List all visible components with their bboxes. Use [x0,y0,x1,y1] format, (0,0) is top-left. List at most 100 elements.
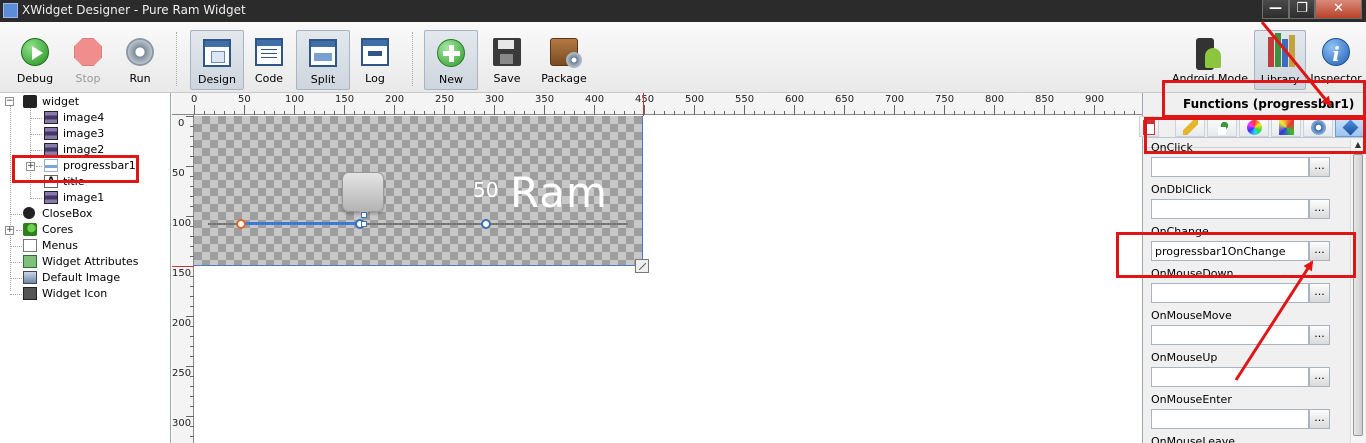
tree-guide-line [10,278,22,279]
ruler-minor-tick [1094,111,1095,115]
inspector-scrollbar[interactable]: ▲ [1350,140,1365,443]
ruler-minor-tick [954,111,955,115]
ruler-minor-tick [1104,111,1105,115]
ruler-minor-tick [994,111,995,115]
title-bar: XWidget Designer - Pure Ram Widget — ❐ ✕ [0,0,1366,22]
ruler-minor-tick [894,111,895,115]
ruler-label: 150 [172,268,192,279]
close-circle-icon [23,207,35,219]
ruler-minor-tick [234,111,235,115]
design-button[interactable]: Design [190,30,244,90]
onmouseup-field[interactable] [1151,367,1309,387]
minimize-button[interactable]: — [1262,0,1289,19]
save-button[interactable]: Save [484,30,530,90]
new-button[interactable]: New [424,30,478,90]
widget-canvas[interactable]: 50 Ram [172,93,649,273]
horizontal-ruler: 0 50 100 150 200 250 300 350 400 450 500 550 600 650 7… [172,93,1142,115]
ruler-minor-tick [694,111,695,115]
ruler-minor-tick [924,111,925,115]
image-icon [44,127,58,140]
stop-button[interactable]: Stop [66,30,110,90]
tree-item-label: Cores [42,223,74,236]
split-button[interactable]: Split [296,30,350,90]
ruler-minor-tick [1034,111,1035,115]
value-bubble [342,172,384,218]
code-button[interactable]: Code [246,30,292,90]
highlight-onchange [1116,232,1356,278]
menu-icon [23,239,37,252]
tree-guide-line [10,294,22,295]
debug-button[interactable]: Debug [12,30,58,90]
ruler-minor-tick [484,111,485,115]
close-button[interactable]: ✕ [1315,0,1362,19]
selection-handle[interactable] [361,221,367,227]
canvas-resize-grip[interactable] [635,259,649,273]
ondblclick-field[interactable] [1151,199,1309,219]
tree-collapse-toggle[interactable]: − [5,97,14,106]
progress-end-knob[interactable] [481,219,491,229]
ruler-minor-tick [1114,111,1115,115]
ruler-minor-tick [984,111,985,115]
log-button[interactable]: Log [352,30,398,90]
scrollbar-thumb[interactable] [1353,154,1363,436]
widget-tree-panel: − widget image4 image3 image2 + progress… [0,93,171,443]
ruler-minor-tick [964,111,965,115]
ruler-label: 350 [535,94,555,105]
onmousedown-browse-button[interactable]: ... [1309,283,1330,303]
ruler-minor-tick [754,111,755,115]
progress-start-knob[interactable] [236,219,246,229]
design-surface[interactable]: 50 Ram [172,93,1142,443]
info-icon: i [1322,38,1350,66]
ruler-minor-tick [544,111,545,115]
onmousemove-browse-button[interactable]: ... [1309,325,1330,345]
ruler-label: 0 [191,94,198,105]
ruler-minor-tick [394,111,395,115]
progress-fill [242,222,362,225]
widget-icon [23,95,37,108]
widget-icon-icon [23,287,37,300]
tree-guide-line [30,150,42,151]
tree-expand-toggle[interactable]: + [5,226,14,235]
onclick-field[interactable] [1151,157,1309,177]
ruler-label: 0 [178,118,185,129]
ruler-minor-tick [824,111,825,115]
debug-label: Debug [16,72,54,85]
package-label: Package [541,72,587,85]
tree-item-label: image1 [63,191,105,204]
book-icon [1282,39,1288,67]
onmouseenter-browse-button[interactable]: ... [1309,409,1330,429]
new-label: New [439,73,463,86]
stop-icon [74,38,102,66]
ruler-minor-tick [534,111,535,115]
maximize-button[interactable]: ❐ [1289,0,1315,19]
onclick-browse-button[interactable]: ... [1309,157,1330,177]
run-button[interactable]: Run [118,30,162,90]
ruler-label: 50 [238,94,251,105]
stop-label: Stop [75,72,101,85]
ruler-minor-tick [794,111,795,115]
ruler-minor-tick [414,111,415,115]
ondblclick-browse-button[interactable]: ... [1309,199,1330,219]
package-button[interactable]: Package [536,30,592,90]
ruler-minor-tick [764,111,765,115]
ruler-label: 200 [385,94,405,105]
ruler-minor-tick [564,111,565,115]
tree-item-label: widget [42,95,80,108]
ruler-minor-tick [884,111,885,115]
event-label-onmouseup: OnMouseUp [1151,351,1218,364]
ruler-minor-tick [474,111,475,115]
ruler-label: 500 [685,94,705,105]
xwidget-designer-window: XWidget Designer - Pure Ram Widget — ❐ ✕… [0,0,1366,443]
ruler-label: 800 [985,94,1005,105]
onmouseup-browse-button[interactable]: ... [1309,367,1330,387]
ruler-minor-tick [684,111,685,115]
onmouseenter-field[interactable] [1151,409,1309,429]
ram-title-text: Ram [510,168,608,217]
log-icon [361,38,389,66]
default-image-icon [23,271,37,284]
selection-handle[interactable] [361,212,367,218]
onmousedown-field[interactable] [1151,283,1309,303]
onmousemove-field[interactable] [1151,325,1309,345]
ruler-minor-tick [654,111,655,115]
ruler-label: 850 [1035,94,1055,105]
